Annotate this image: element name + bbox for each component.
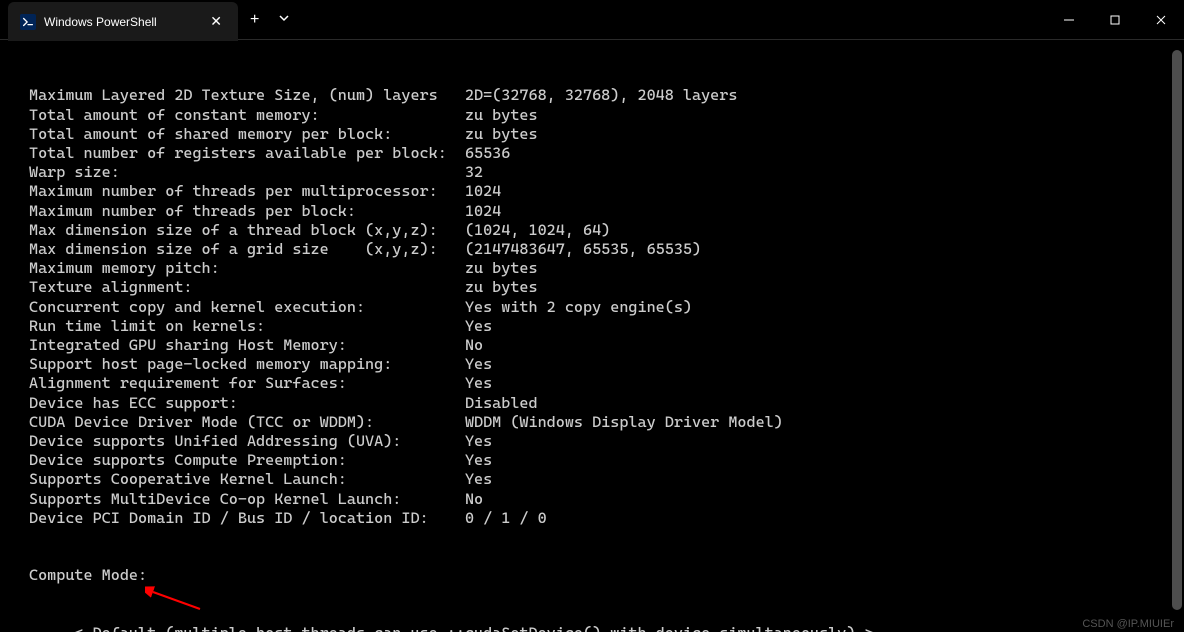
output-line: Alignment requirement for Surfaces: Yes [10,374,1174,393]
output-line: Total number of registers available per … [10,144,1174,163]
titlebar: Windows PowerShell ✕ + [0,0,1184,40]
output-line: CUDA Device Driver Mode (TCC or WDDM): W… [10,413,1174,432]
minimize-button[interactable] [1046,0,1092,39]
new-tab-button[interactable]: + [238,11,271,29]
output-line: Device PCI Domain ID / Bus ID / location… [10,509,1174,528]
annotation-arrow-icon [145,584,205,614]
output-line: Maximum number of threads per block: 102… [10,202,1174,221]
output-line: Max dimension size of a grid size (x,y,z… [10,240,1174,259]
output-line: Device has ECC support: Disabled [10,394,1174,413]
output-line: < Default (multiple host threads can use… [10,624,1174,632]
output-line: Total amount of shared memory per block:… [10,125,1174,144]
output-line: Concurrent copy and kernel execution: Ye… [10,298,1174,317]
window-controls [1046,0,1184,39]
output-line: Maximum Layered 2D Texture Size, (num) l… [10,86,1174,105]
output-line: Integrated GPU sharing Host Memory: No [10,336,1174,355]
output-line: Supports Cooperative Kernel Launch: Yes [10,470,1174,489]
tab-close-button[interactable]: ✕ [206,11,226,32]
output-line: Max dimension size of a thread block (x,… [10,221,1174,240]
scrollbar-thumb[interactable] [1172,50,1182,610]
output-line: Device supports Unified Addressing (UVA)… [10,432,1174,451]
output-line: Texture alignment: zu bytes [10,278,1174,297]
output-line: Supports MultiDevice Co-op Kernel Launch… [10,490,1174,509]
output-line: Run time limit on kernels: Yes [10,317,1174,336]
powershell-icon [20,14,36,30]
terminal-output[interactable]: Maximum Layered 2D Texture Size, (num) l… [0,40,1184,632]
output-line: Warp size: 32 [10,163,1174,182]
output-line: Maximum number of threads per multiproce… [10,182,1174,201]
output-line: Support host page-locked memory mapping:… [10,355,1174,374]
tab-title: Windows PowerShell [44,15,198,29]
watermark: CSDN @IP.MIUIEr [1082,618,1174,630]
maximize-button[interactable] [1092,0,1138,39]
close-button[interactable] [1138,0,1184,39]
output-line: Device supports Compute Preemption: Yes [10,451,1174,470]
tab-powershell[interactable]: Windows PowerShell ✕ [8,2,238,41]
output-line: Compute Mode: [10,566,1174,585]
tab-dropdown-button[interactable] [271,13,297,26]
titlebar-left: Windows PowerShell ✕ + [0,0,297,39]
scrollbar[interactable] [1172,40,1182,620]
output-line: Total amount of constant memory: zu byte… [10,106,1174,125]
output-line: Maximum memory pitch: zu bytes [10,259,1174,278]
